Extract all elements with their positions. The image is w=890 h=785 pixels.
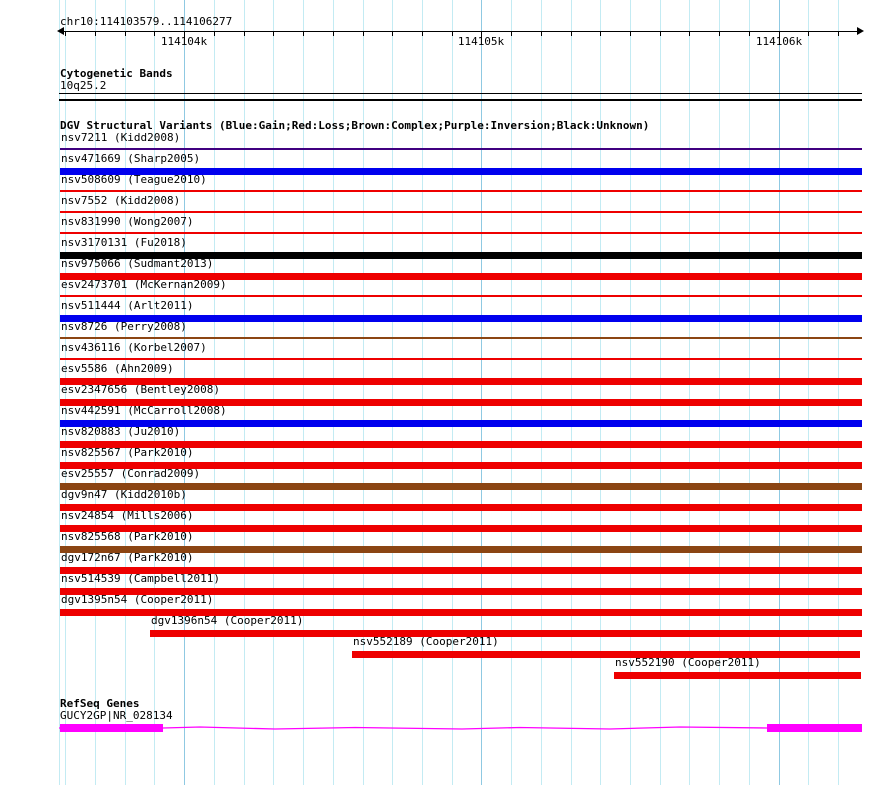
variant-label: nsv436116 (Korbel2007) xyxy=(61,341,207,354)
variant-label: esv25557 (Conrad2009) xyxy=(61,467,201,480)
variant-row: nsv511444 (Arlt2011) xyxy=(0,299,890,322)
ruler-minor-tick xyxy=(213,31,215,36)
variant-label: esv5586 (Ahn2009) xyxy=(61,362,174,375)
variant-row: esv2347656 (Bentley2008) xyxy=(0,383,890,406)
variant-label: esv2473701 (McKernan2009) xyxy=(61,278,227,291)
variant-label: nsv820883 (Ju2010) xyxy=(61,425,181,438)
variant-label: nsv471669 (Sharp2005) xyxy=(61,152,201,165)
ruler-minor-tick xyxy=(243,31,245,36)
variant-row: esv2473701 (McKernan2009) xyxy=(0,278,890,299)
variant-row: nsv8726 (Perry2008) xyxy=(0,320,890,341)
variant-label: esv2347656 (Bentley2008) xyxy=(61,383,220,396)
variant-label: nsv831990 (Wong2007) xyxy=(61,215,194,228)
ruler-minor-tick xyxy=(808,31,810,36)
region-title: chr10:114103579..114106277 xyxy=(60,15,233,28)
variant-label: nsv24854 (Mills2006) xyxy=(61,509,194,522)
ruler-minor-tick xyxy=(540,31,542,36)
variant-row: nsv7211 (Kidd2008) xyxy=(0,131,890,152)
variant-row: nsv975066 (Sudmant2013) xyxy=(0,257,890,280)
cytoband-box-top-line xyxy=(59,93,862,94)
variant-row: esv5586 (Ahn2009) xyxy=(0,362,890,385)
ruler-minor-tick xyxy=(303,31,304,36)
variant-label: nsv8726 (Perry2008) xyxy=(61,320,187,333)
ruler-coordinate-label: 114106k xyxy=(755,35,803,48)
ruler-minor-tick xyxy=(154,31,156,36)
variant-label: nsv825567 (Park2010) xyxy=(61,446,194,459)
ruler-minor-tick xyxy=(124,31,126,36)
ruler-minor-tick xyxy=(748,31,750,36)
variant-row: nsv825568 (Park2010) xyxy=(0,530,890,553)
variant-bar[interactable] xyxy=(60,211,862,213)
ruler-minor-tick xyxy=(511,31,513,36)
ruler-minor-tick xyxy=(630,31,631,36)
ruler-minor-tick xyxy=(689,31,691,36)
variant-row: dgv1395n54 (Cooper2011) xyxy=(0,593,890,616)
variant-row: nsv3170131 (Fu2018) xyxy=(0,236,890,259)
ruler-minor-tick xyxy=(392,31,394,36)
ruler-minor-tick xyxy=(273,31,275,36)
ruler-minor-tick xyxy=(332,31,334,36)
ruler-minor-tick xyxy=(65,31,67,36)
variant-row: nsv508609 (Teague2010) xyxy=(0,173,890,194)
variant-label: nsv442591 (McCarroll2008) xyxy=(61,404,227,417)
gene-exon[interactable] xyxy=(60,724,163,732)
variant-row: nsv436116 (Korbel2007) xyxy=(0,341,890,362)
variant-row: nsv552190 (Cooper2011) xyxy=(0,656,890,679)
variant-row: nsv7552 (Kidd2008) xyxy=(0,194,890,215)
variant-row: nsv24854 (Mills2006) xyxy=(0,509,890,532)
variant-bar[interactable] xyxy=(60,190,862,192)
ruler-minor-tick xyxy=(838,31,839,36)
variant-label: nsv514539 (Campbell2011) xyxy=(61,572,220,585)
variant-label: nsv825568 (Park2010) xyxy=(61,530,194,543)
ruler-minor-tick xyxy=(451,31,453,36)
ruler-axis xyxy=(63,31,858,32)
ruler-coordinate-label: 114105k xyxy=(457,35,505,48)
variant-row: nsv471669 (Sharp2005) xyxy=(0,152,890,175)
cytoband-name: 10q25.2 xyxy=(60,79,107,92)
ruler-minor-tick xyxy=(659,31,661,36)
ruler-arrow-right-icon xyxy=(857,27,864,35)
variant-label: dgv1396n54 (Cooper2011) xyxy=(151,614,304,627)
variant-label: nsv3170131 (Fu2018) xyxy=(61,236,187,249)
ruler-minor-tick xyxy=(362,31,364,36)
gene-exon[interactable] xyxy=(767,724,862,732)
variant-row: nsv825567 (Park2010) xyxy=(0,446,890,469)
variant-row: dgv172n67 (Park2010) xyxy=(0,551,890,574)
variant-row: nsv552189 (Cooper2011) xyxy=(0,635,890,658)
variant-label: nsv7552 (Kidd2008) xyxy=(61,194,181,207)
variant-row: nsv820883 (Ju2010) xyxy=(0,425,890,448)
ruler-minor-tick xyxy=(600,31,602,36)
variant-bar[interactable] xyxy=(60,295,862,297)
variant-row: esv25557 (Conrad2009) xyxy=(0,467,890,490)
genome-browser-view: chr10:114103579..114106277 114104k 114105… xyxy=(0,0,890,785)
variant-row: nsv442591 (McCarroll2008) xyxy=(0,404,890,427)
variant-label: dgv172n67 (Park2010) xyxy=(61,551,194,564)
variant-label: dgv1395n54 (Cooper2011) xyxy=(61,593,214,606)
variant-row: dgv9n47 (Kidd2010b) xyxy=(0,488,890,511)
cytoband-box-bottom-line xyxy=(59,99,862,101)
refseq-gene-label: GUCY2GP|NR_028134 xyxy=(60,709,173,722)
variant-bar[interactable] xyxy=(60,148,862,150)
variant-label: nsv511444 (Arlt2011) xyxy=(61,299,194,312)
variant-label: nsv508609 (Teague2010) xyxy=(61,173,207,186)
variant-bar[interactable] xyxy=(60,232,862,234)
variant-bar[interactable] xyxy=(60,337,862,339)
variant-label: nsv552189 (Cooper2011) xyxy=(353,635,499,648)
ruler-coordinate-label: 114104k xyxy=(160,35,208,48)
variant-label: nsv7211 (Kidd2008) xyxy=(61,131,181,144)
ruler-minor-tick xyxy=(570,31,572,36)
variant-label: nsv552190 (Cooper2011) xyxy=(615,656,761,669)
variant-row: dgv1396n54 (Cooper2011) xyxy=(0,614,890,637)
variant-label: nsv975066 (Sudmant2013) xyxy=(61,257,214,270)
ruler-minor-tick xyxy=(95,31,96,36)
ruler-minor-tick xyxy=(421,31,423,36)
variant-bar[interactable] xyxy=(60,358,862,360)
variant-label: dgv9n47 (Kidd2010b) xyxy=(61,488,187,501)
variant-bar[interactable] xyxy=(614,672,861,679)
ruler-minor-tick xyxy=(719,31,721,36)
variant-row: nsv514539 (Campbell2011) xyxy=(0,572,890,595)
variant-row: nsv831990 (Wong2007) xyxy=(0,215,890,236)
